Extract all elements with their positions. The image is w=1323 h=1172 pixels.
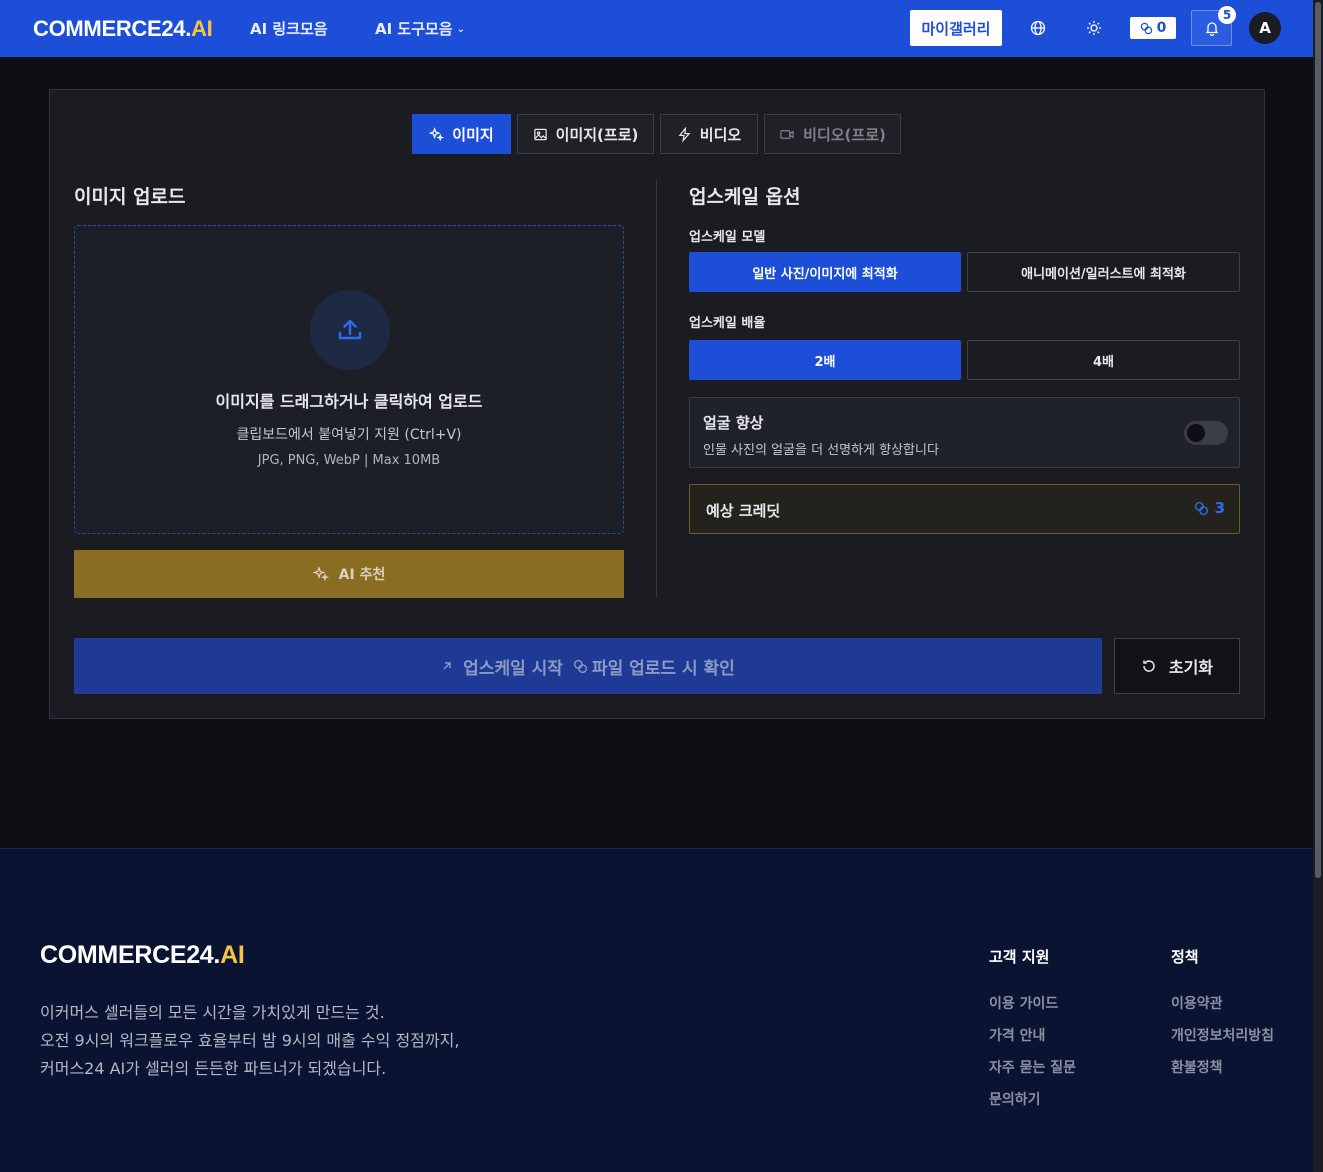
reset-label: 초기화 [1168, 658, 1214, 677]
start-upscale-label: 업스케일 시작 [463, 658, 563, 679]
scale-option-4x[interactable]: 4배 [967, 340, 1240, 380]
sun-icon[interactable] [1083, 17, 1105, 39]
scale-option-2x[interactable]: 2배 [689, 340, 961, 380]
reset-button[interactable]: 초기화 [1114, 638, 1240, 694]
tab-video[interactable]: 비디오 [660, 114, 758, 154]
upload-section-title: 이미지 업로드 [74, 186, 186, 208]
image-dropzone[interactable]: 이미지를 드래그하거나 클릭하여 업로드 클립보드에서 붙여넣기 지원 (Ctr… [74, 225, 624, 534]
footer-link-guide[interactable]: 이용 가이드 [989, 993, 1058, 1013]
ai-recommend-label: AI 추천 [338, 567, 386, 583]
footer-policy-title: 정책 [1171, 948, 1199, 966]
logo[interactable]: COMMERCE24.AI [33, 16, 213, 42]
ai-recommend-button[interactable]: AI 추천 [74, 550, 624, 598]
footer-logo[interactable]: COMMERCE24.AI [40, 941, 245, 970]
footer-link-terms[interactable]: 이용약관 [1171, 993, 1223, 1013]
estimated-credit-label: 예상 크레딧 [706, 502, 781, 520]
image-icon [533, 128, 547, 140]
dropzone-file-info: JPG, PNG, WebP | Max 10MB [257, 453, 441, 468]
dropzone-title: 이미지를 드래그하거나 클릭하여 업로드 [215, 392, 483, 411]
footer-desc-line: 커머스24 AI가 셀러의 든든한 파트너가 되겠습니다. [40, 1059, 387, 1078]
nav-ai-links[interactable]: AI 링크모음 [250, 18, 328, 39]
face-enhance-description: 인물 사진의 얼굴을 더 선명하게 향상합니다 [703, 443, 939, 458]
top-navigation-bar: COMMERCE24.AI AI 링크모음 AI 도구모음 ⌄ 마이갤러리 0 5… [0, 0, 1313, 57]
footer-support-title: 고객 지원 [989, 948, 1050, 966]
tab-image-pro-label: 이미지(프로) [555, 125, 639, 144]
sparkles-icon [312, 566, 329, 582]
column-divider [656, 180, 657, 598]
footer-link-contact[interactable]: 문의하기 [989, 1089, 1041, 1109]
tab-video-pro[interactable]: 비디오(프로) [764, 114, 901, 154]
bell-icon [1205, 22, 1218, 36]
my-gallery-button[interactable]: 마이갤러리 [910, 10, 1002, 46]
estimated-credit-value: 3 [1194, 499, 1225, 517]
footer-link-privacy[interactable]: 개인정보처리방침 [1171, 1025, 1274, 1045]
credit-balance-value: 0 [1156, 20, 1167, 36]
scale-label: 업스케일 배율 [689, 316, 766, 331]
chevron-down-icon: ⌄ [456, 24, 466, 35]
tab-image[interactable]: 이미지 [412, 114, 511, 154]
globe-icon[interactable] [1027, 17, 1049, 39]
options-section-title: 업스케일 옵션 [689, 186, 801, 208]
estimated-credit-number: 3 [1214, 499, 1225, 517]
avatar[interactable]: A [1249, 12, 1281, 44]
coins-icon [1140, 22, 1152, 34]
footer-link-refund[interactable]: 환불정책 [1171, 1057, 1223, 1077]
upload-icon-circle [310, 290, 390, 370]
upscale-card: 이미지 이미지(프로) 비디오 비디오(프로) 이미지 업로드 이미지를 드래그… [49, 89, 1265, 719]
dropzone-subtitle: 클립보드에서 붙여넣기 지원 (Ctrl+V) [236, 427, 462, 443]
footer-description: 이커머스 셀러들의 모든 시간을 가치있게 만드는 것. 오전 9시의 워크플로… [40, 999, 459, 1083]
tab-image-pro[interactable]: 이미지(프로) [517, 114, 654, 154]
face-enhance-panel: 얼굴 향상 인물 사진의 얼굴을 더 선명하게 향상합니다 [689, 397, 1240, 468]
lightning-icon [678, 126, 691, 142]
nav-ai-tools[interactable]: AI 도구모음 ⌄ [375, 18, 465, 39]
refresh-icon [1143, 660, 1155, 672]
start-upscale-button[interactable]: 업스케일 시작 파일 업로드 시 확인 [74, 638, 1102, 694]
credit-balance[interactable]: 0 [1130, 17, 1176, 39]
tab-video-label: 비디오 [699, 125, 742, 144]
upload-icon [338, 319, 362, 340]
footer-link-faq[interactable]: 자주 묻는 질문 [989, 1057, 1076, 1077]
notification-count-badge: 5 [1218, 6, 1236, 24]
model-label: 업스케일 모델 [689, 230, 766, 245]
coins-icon [573, 659, 588, 673]
tab-image-label: 이미지 [452, 125, 494, 144]
tab-video-pro-label: 비디오(프로) [803, 125, 886, 144]
page-scrollbar[interactable] [1313, 0, 1323, 1172]
face-enhance-toggle[interactable] [1184, 421, 1228, 445]
face-enhance-title: 얼굴 향상 [703, 414, 764, 432]
video-camera-icon [780, 129, 794, 139]
nav-ai-tools-label: AI 도구모음 [375, 20, 453, 38]
coins-icon [1194, 501, 1208, 515]
model-option-anime[interactable]: 애니메이션/일러스트에 최적화 [967, 252, 1240, 292]
footer-desc-line: 이커머스 셀러들의 모든 시간을 가치있게 만드는 것. [40, 1003, 385, 1022]
sparkles-icon [429, 126, 445, 141]
toggle-knob [1187, 424, 1205, 442]
model-option-photo[interactable]: 일반 사진/이미지에 최적화 [689, 252, 961, 292]
footer-desc-line: 오전 9시의 워크플로우 효율부터 밤 9시의 매출 수익 정점까지, [40, 1031, 460, 1050]
arrow-up-right-icon [443, 662, 451, 670]
estimated-credit-panel: 예상 크레딧 3 [689, 484, 1240, 534]
footer-link-pricing[interactable]: 가격 안내 [989, 1025, 1045, 1045]
start-upscale-hint: 파일 업로드 시 확인 [591, 658, 735, 679]
scrollbar-thumb[interactable] [1315, 2, 1321, 878]
footer: COMMERCE24.AI 이커머스 셀러들의 모든 시간을 가치있게 만드는 … [0, 848, 1313, 1172]
